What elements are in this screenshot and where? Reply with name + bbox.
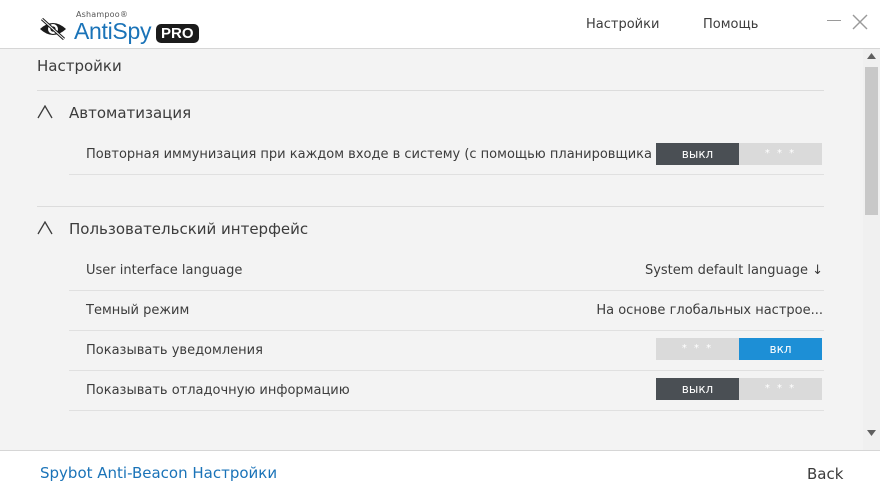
row-divider — [69, 410, 824, 411]
toggle-on-option[interactable]: * * * — [739, 143, 822, 165]
dark-mode-select[interactable]: На основе глобальных настрое... — [596, 303, 823, 318]
app-logo: Ashampoo® AntiSpy PRO — [38, 10, 208, 46]
section-title: Пользовательский интерфейс — [69, 220, 309, 238]
anti-beacon-settings-link[interactable]: Spybot Anti-Beacon Настройки — [40, 464, 277, 482]
app-name: AntiSpy — [74, 18, 152, 44]
divider — [37, 206, 824, 207]
page-title: Настройки — [37, 57, 122, 75]
language-select[interactable]: System default language ↓ — [645, 263, 823, 278]
row-label-dark-mode: Темный режим — [86, 303, 190, 318]
toggle-on-option[interactable]: * * * — [739, 378, 822, 400]
section-ui-header[interactable]: Пользовательский интерфейс — [37, 217, 367, 241]
toggle-reimmunize[interactable]: выкл * * * — [656, 143, 822, 165]
row-label-language: User interface language — [86, 263, 243, 278]
toggle-off-option[interactable]: * * * — [656, 338, 739, 360]
eye-icon — [40, 17, 66, 41]
chevron-up-icon — [37, 105, 53, 119]
section-title: Автоматизация — [69, 104, 192, 122]
row-label-debug: Показывать отладочную информацию — [86, 383, 350, 398]
chevron-up-icon — [37, 221, 53, 235]
row-divider — [69, 330, 824, 331]
row-label-notifications: Показывать уведомления — [86, 343, 263, 358]
app-footer: Spybot Anti-Beacon Настройки Back — [0, 450, 880, 496]
row-label-reimmunize: Повторная иммунизация при каждом входе в… — [86, 147, 701, 162]
toggle-notifications[interactable]: * * * вкл — [656, 338, 822, 360]
minimize-icon[interactable] — [827, 20, 841, 21]
row-divider — [69, 290, 824, 291]
nav-help[interactable]: Помощь — [703, 17, 758, 32]
nav-settings[interactable]: Настройки — [586, 17, 659, 32]
back-button[interactable]: Back — [807, 465, 843, 483]
section-automation-header[interactable]: Автоматизация — [37, 101, 337, 125]
row-divider — [69, 370, 824, 371]
toggle-off-option[interactable]: выкл — [656, 378, 739, 400]
row-divider — [69, 174, 824, 175]
scroll-up-icon[interactable] — [867, 53, 876, 59]
scroll-down-icon[interactable] — [867, 430, 876, 436]
toggle-off-option[interactable]: выкл — [656, 143, 739, 165]
vertical-scrollbar[interactable] — [863, 49, 880, 450]
app-header: Ashampoo® AntiSpy PRO Настройки Помощь — [0, 0, 880, 49]
edition-badge: PRO — [156, 24, 199, 43]
settings-content: Настройки Автоматизация Повторная иммуни… — [0, 49, 863, 450]
toggle-debug[interactable]: выкл * * * — [656, 378, 822, 400]
close-icon[interactable] — [851, 13, 869, 31]
scrollbar-thumb[interactable] — [865, 67, 878, 215]
toggle-on-option[interactable]: вкл — [739, 338, 822, 360]
divider — [37, 90, 824, 91]
